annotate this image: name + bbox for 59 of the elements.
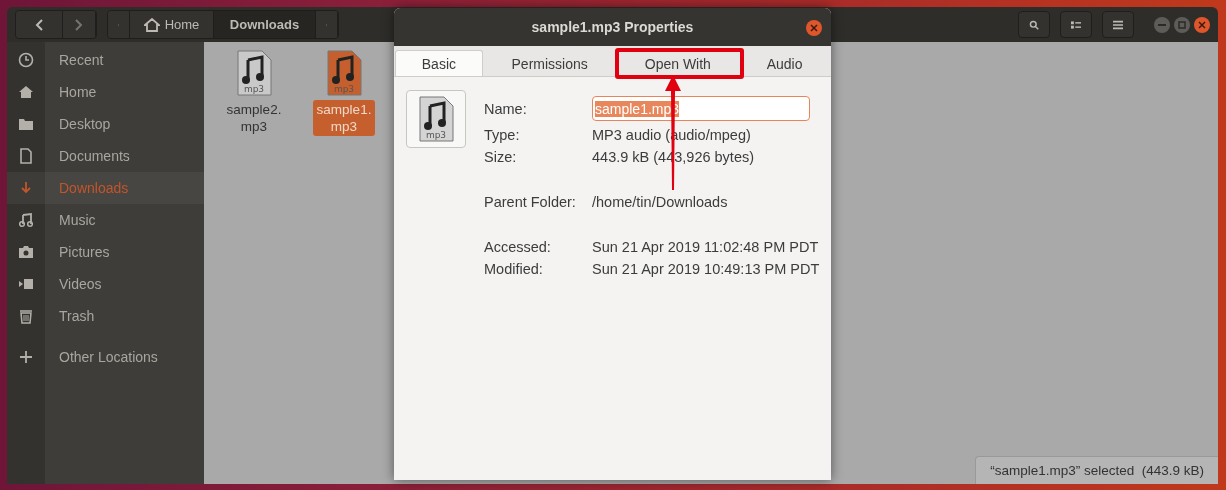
sidebar-item[interactable]: Other Locations [7,341,204,373]
menu-button[interactable] [1102,11,1134,38]
close-icon [810,24,818,32]
field-label: Name: [484,100,528,117]
download-icon [18,180,34,196]
sidebar-item[interactable]: Desktop [7,108,204,140]
home-icon [143,17,160,32]
file-icon-button[interactable]: mp3 [406,90,466,148]
dialog-close-button[interactable] [806,20,822,36]
sidebar-item[interactable]: Music [7,204,204,236]
camera-icon [18,244,34,260]
property-value: Sun 21 Apr 2019 10:49:13 PM PDT [592,261,821,277]
property-label: Accessed: [484,239,552,255]
sidebar-item[interactable]: Trash [7,300,204,332]
chevron-right-icon [75,18,83,31]
tab[interactable]: Basic [395,50,483,76]
close-button[interactable] [1194,16,1210,33]
chevron-left-icon [35,18,43,31]
sidebar-item[interactable]: Documents [7,140,204,172]
property-label: Parent Folder: [484,194,577,210]
status-bar: “sample1.mp3” selected (443.9 kB) [975,456,1218,484]
mp3-file-icon: mp3 [326,50,362,96]
property-label: Modified: [484,261,544,277]
menu-icon [1113,18,1123,31]
dialog-title: sample1.mp3 Properties [531,19,694,35]
property-label: Size: [484,149,518,165]
sidebar-item[interactable]: Pictures [7,236,204,268]
property-label: Type: [484,127,521,143]
folder-icon [18,116,34,132]
music-icon [18,212,34,228]
property-value: /home/tin/Downloads [592,194,729,210]
close-icon [1198,20,1206,29]
file-name[interactable]: sample1. mp3 [312,100,376,136]
document-icon [18,148,34,164]
sidebar-item[interactable]: Home [7,76,204,108]
sidebar-item[interactable]: Videos [7,268,204,300]
trash-icon [18,308,34,324]
minimize-button[interactable] [1154,16,1170,33]
plus-icon [18,349,34,365]
list-icon [1071,18,1081,31]
home-icon [18,84,34,100]
tab[interactable]: Open With [616,50,740,76]
mp3-file-icon: mp3 [236,50,272,96]
file-name[interactable]: sample2. mp3 [222,100,286,136]
maximize-icon [1178,20,1186,29]
forward-button[interactable] [63,11,96,38]
property-value: Sun 21 Apr 2019 11:02:48 PM PDT [592,239,820,255]
mp3-file-icon: mp3 [418,96,454,142]
tab[interactable]: Permissions [482,50,617,76]
video-icon [18,276,34,292]
minimize-icon [1158,23,1166,26]
sidebar-item[interactable]: Recent [7,44,204,76]
path-button[interactable]: Downloads [214,11,316,38]
back-button[interactable] [16,11,63,38]
search-button[interactable] [1018,11,1050,38]
view-toggle-button[interactable] [1060,11,1092,38]
clock-icon [18,52,34,68]
tab[interactable]: Audio [739,50,830,76]
path-button[interactable]: Home [130,11,214,38]
